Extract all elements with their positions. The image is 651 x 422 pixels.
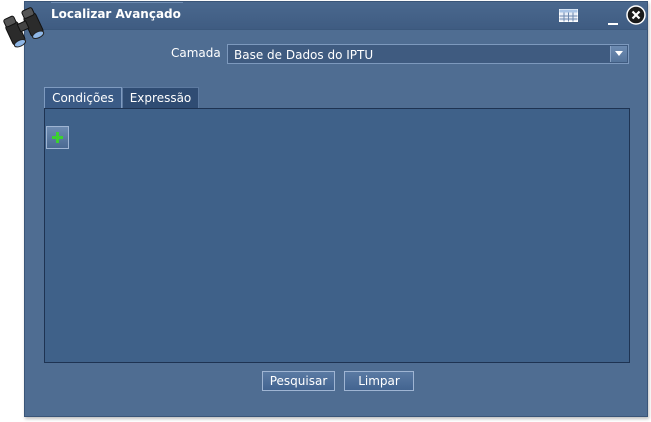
minimize-icon[interactable] bbox=[607, 15, 619, 25]
layer-select-value: Base de Dados do IPTU bbox=[234, 48, 374, 62]
search-button[interactable]: Pesquisar bbox=[262, 371, 335, 391]
close-icon[interactable] bbox=[626, 5, 646, 25]
plus-icon bbox=[52, 132, 63, 143]
advanced-search-window: Localizar Avançado Camada Base de Dados … bbox=[24, 1, 648, 417]
table-icon[interactable] bbox=[559, 9, 578, 22]
add-condition-button[interactable] bbox=[46, 126, 69, 149]
conditions-panel bbox=[44, 108, 630, 363]
layer-label: Camada bbox=[171, 46, 221, 60]
clear-button[interactable]: Limpar bbox=[344, 371, 414, 391]
chevron-down-icon[interactable] bbox=[610, 46, 627, 62]
window-title: Localizar Avançado bbox=[51, 7, 181, 21]
tab-expression[interactable]: Expressão bbox=[122, 87, 199, 109]
layer-select[interactable]: Base de Dados do IPTU bbox=[227, 44, 629, 64]
title-bar[interactable]: Localizar Avançado bbox=[25, 2, 647, 30]
title-accent-line bbox=[51, 2, 183, 3]
binoculars-icon bbox=[1, 4, 47, 50]
tab-conditions[interactable]: Condições bbox=[44, 87, 122, 109]
